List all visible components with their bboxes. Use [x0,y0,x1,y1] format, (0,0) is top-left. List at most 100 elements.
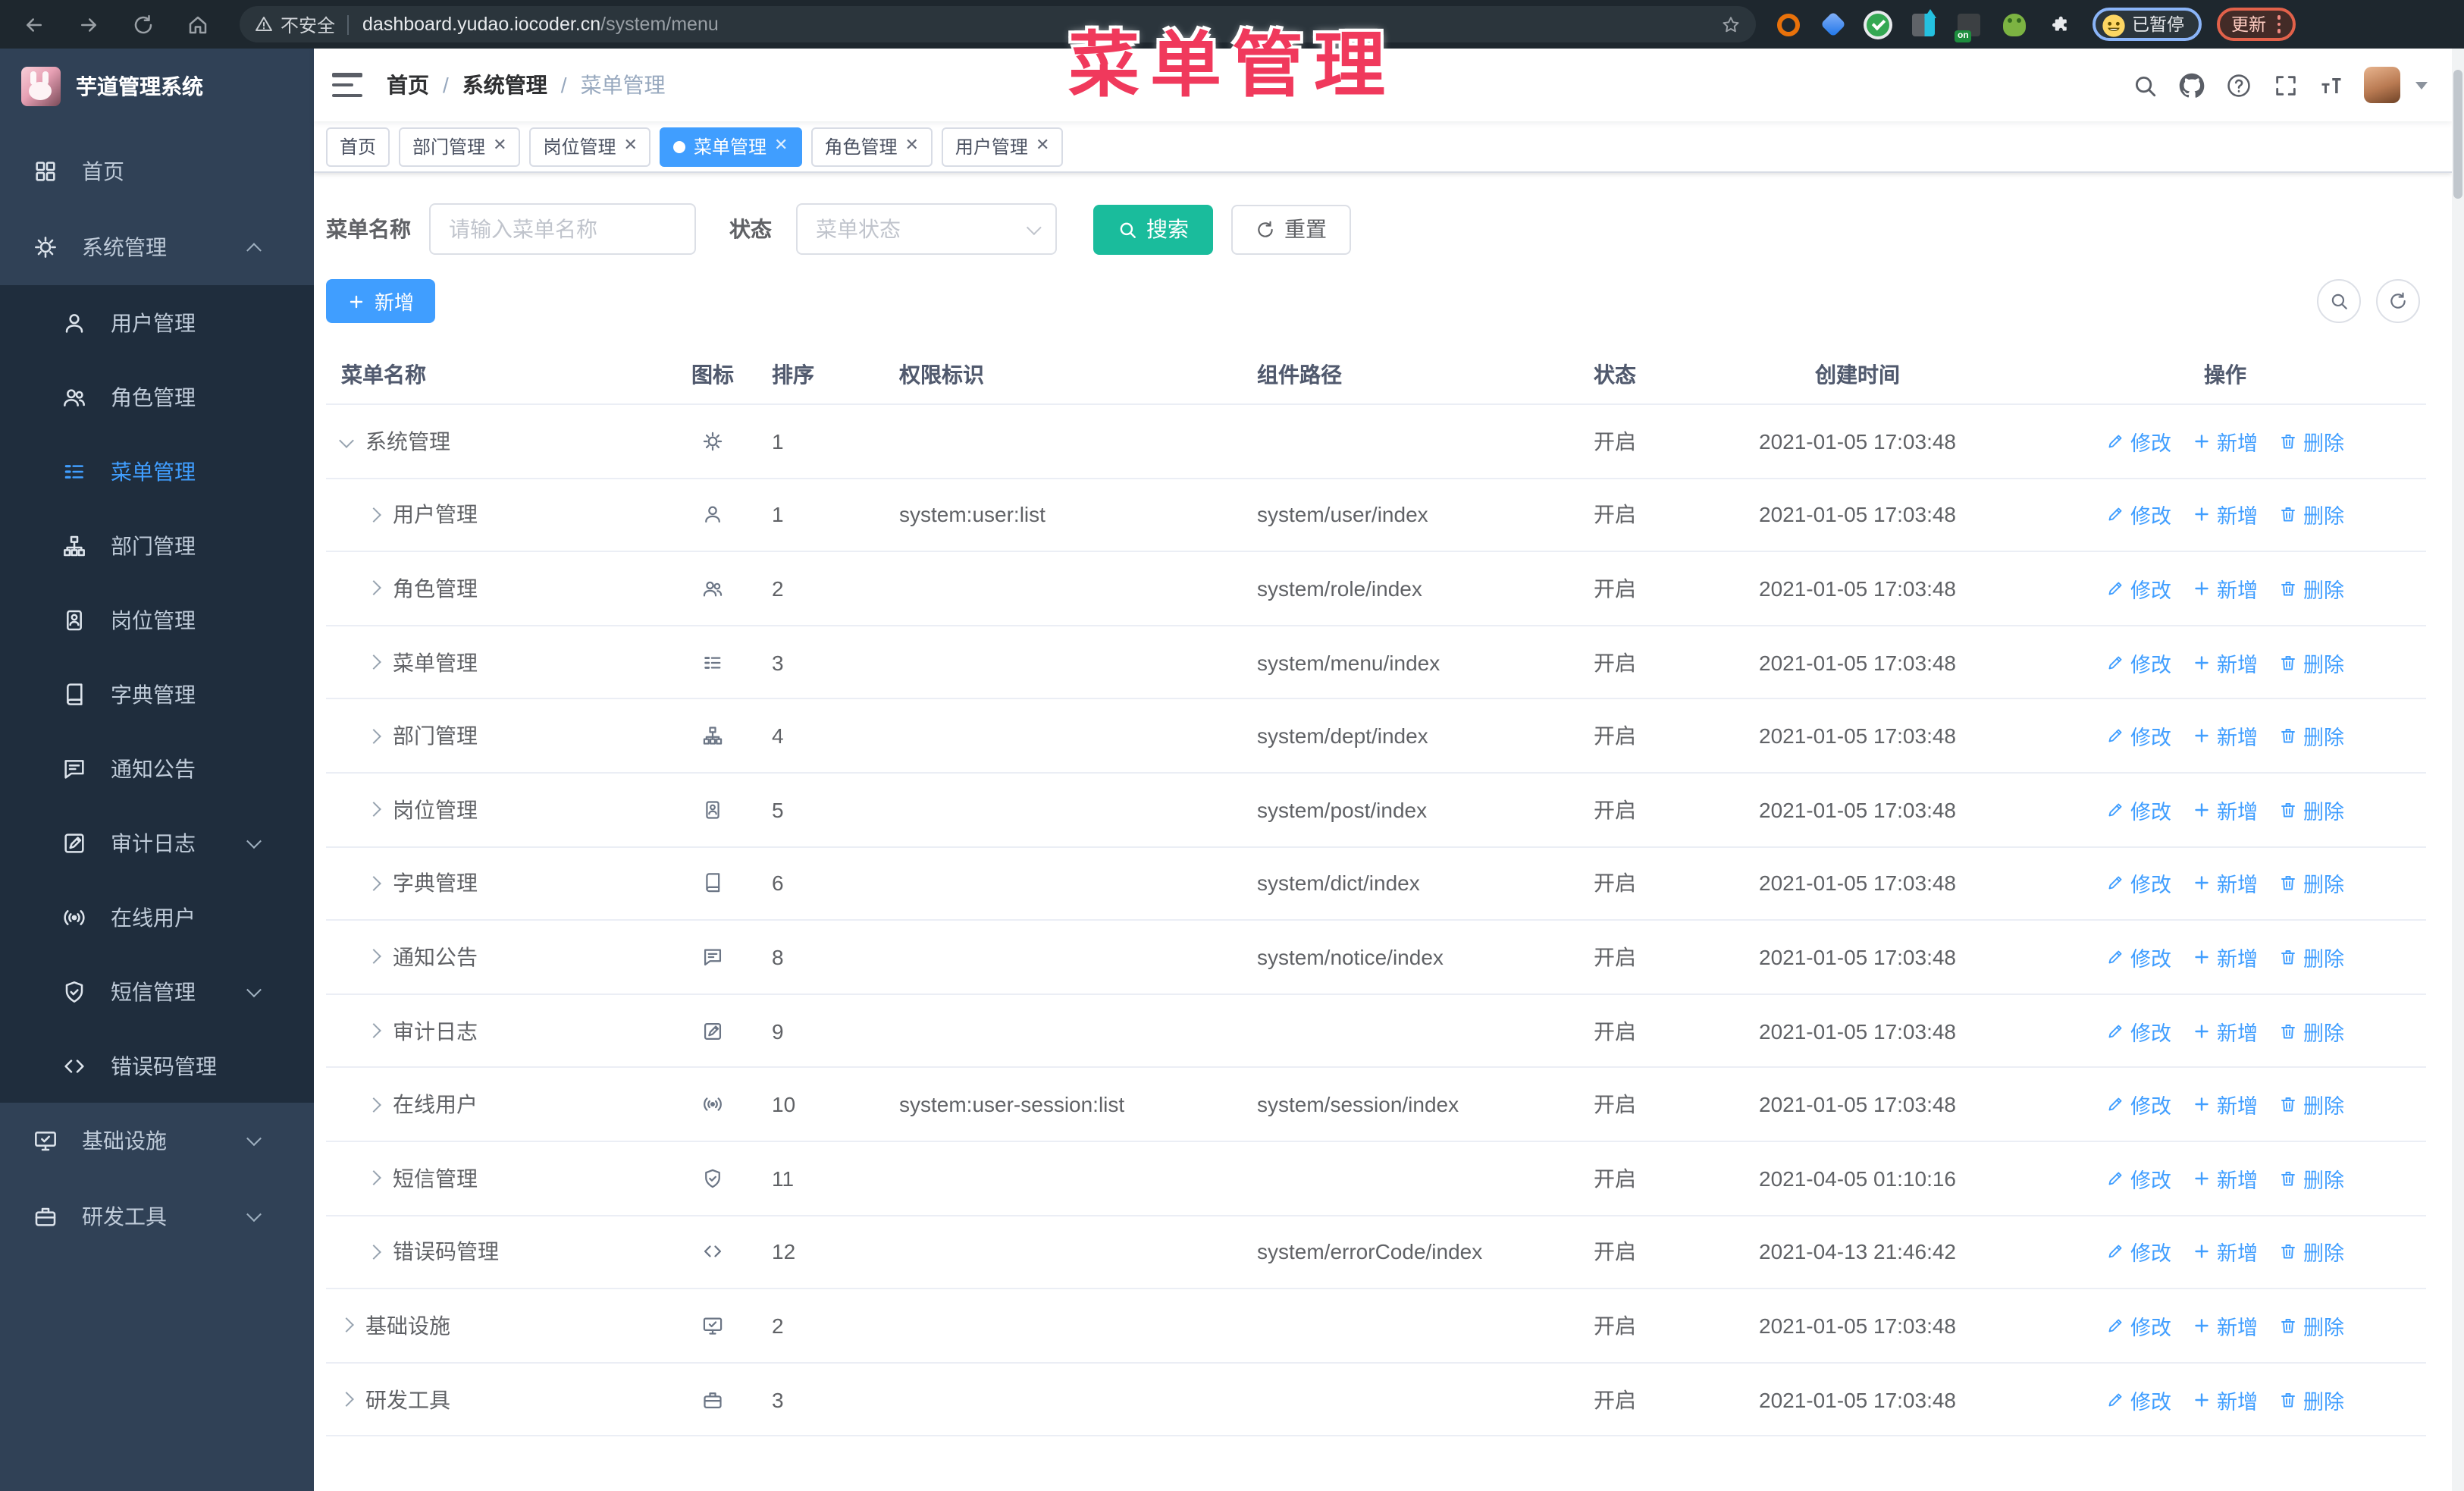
breadcrumb-home[interactable]: 首页 [387,70,429,100]
font-size-icon[interactable] [2320,74,2343,96]
app-logo[interactable]: 芋道管理系统 [0,49,314,124]
profile-paused-chip[interactable]: 已暂停 [2093,8,2201,41]
kebab-menu-icon[interactable] [2277,15,2281,33]
add-child-link[interactable]: 新增 [2193,795,2258,825]
address-bar[interactable]: 不安全 dashboard.yudao.iocoder.cn /system/m… [240,6,1756,42]
close-tab-icon[interactable]: ✕ [624,137,638,155]
close-tab-icon[interactable]: ✕ [493,137,506,155]
sidebar-item-在线用户[interactable]: 在线用户 [0,880,314,954]
add-child-link[interactable]: 新增 [2193,942,2258,972]
close-tab-icon[interactable]: ✕ [904,137,918,155]
edit-link[interactable]: 修改 [2106,795,2171,825]
row-expand-caret-icon[interactable] [366,1097,381,1113]
add-child-link[interactable]: 新增 [2193,720,2258,751]
sidebar-item-错误码管理[interactable]: 错误码管理 [0,1028,314,1103]
row-expand-caret-icon[interactable] [366,728,381,744]
add-child-link[interactable]: 新增 [2193,500,2258,530]
delete-link[interactable]: 删除 [2279,647,2344,677]
edit-link[interactable]: 修改 [2106,1237,2171,1267]
delete-link[interactable]: 删除 [2279,868,2344,899]
add-child-link[interactable]: 新增 [2193,1089,2258,1119]
sidebar-item-首页[interactable]: 首页 [0,133,314,209]
refresh-table-button[interactable] [2376,279,2420,323]
bookmark-star-icon[interactable] [1721,14,1741,34]
search-icon[interactable] [2132,72,2158,98]
tab-岗位管理[interactable]: 岗位管理 ✕ [529,127,651,166]
row-expand-caret-icon[interactable] [366,1170,381,1186]
add-child-link[interactable]: 新增 [2193,573,2258,604]
add-button[interactable]: 新增 [326,279,436,323]
delete-link[interactable]: 删除 [2279,942,2344,972]
extension-frog-icon[interactable] [2003,13,2026,36]
delete-link[interactable]: 删除 [2279,1163,2344,1193]
extension-split-icon[interactable] [1912,8,1936,36]
row-expand-caret-icon[interactable] [366,950,381,965]
tab-用户管理[interactable]: 用户管理 ✕ [941,127,1064,166]
sidebar-item-岗位管理[interactable]: 岗位管理 [0,582,314,657]
edit-link[interactable]: 修改 [2106,500,2171,530]
add-child-link[interactable]: 新增 [2193,1237,2258,1267]
sidebar-item-通知公告[interactable]: 通知公告 [0,731,314,805]
tab-部门管理[interactable]: 部门管理 ✕ [399,127,521,166]
browser-forward-button[interactable] [67,6,109,42]
tab-菜单管理[interactable]: 菜单管理 ✕ [660,127,802,166]
sidebar-item-审计日志[interactable]: 审计日志 [0,805,314,880]
sidebar-toggle-icon[interactable] [332,73,362,97]
tab-首页[interactable]: 首页 [326,127,390,166]
delete-link[interactable]: 删除 [2279,573,2344,604]
edit-link[interactable]: 修改 [2106,868,2171,899]
breadcrumb-system[interactable]: 系统管理 [462,70,547,100]
delete-link[interactable]: 删除 [2279,720,2344,751]
github-icon[interactable] [2179,72,2205,98]
extensions-puzzle-icon[interactable] [2049,13,2071,36]
row-expand-caret-icon[interactable] [339,1392,354,1407]
page-scrollbar[interactable] [2452,49,2464,1491]
edit-link[interactable]: 修改 [2106,573,2171,604]
sidebar-item-基础设施[interactable]: 基础设施 [0,1103,314,1179]
close-tab-icon[interactable]: ✕ [774,137,788,155]
edit-link[interactable]: 修改 [2106,1089,2171,1119]
edit-link[interactable]: 修改 [2106,720,2171,751]
browser-reload-button[interactable] [121,6,164,42]
add-child-link[interactable]: 新增 [2193,647,2258,677]
add-child-link[interactable]: 新增 [2193,1163,2258,1193]
menu-name-input[interactable] [429,203,696,255]
delete-link[interactable]: 删除 [2279,1311,2344,1341]
row-expand-caret-icon[interactable] [366,654,381,670]
add-child-link[interactable]: 新增 [2193,1311,2258,1341]
extension-check-icon[interactable] [1867,13,1889,36]
extension-gem-icon[interactable] [1820,11,1846,37]
edit-link[interactable]: 修改 [2106,426,2171,457]
row-expand-caret-icon[interactable] [366,1023,381,1038]
row-expand-caret-icon[interactable] [366,1244,381,1260]
row-expand-caret-icon[interactable] [366,802,381,818]
edit-link[interactable]: 修改 [2106,1384,2171,1414]
delete-link[interactable]: 删除 [2279,1384,2344,1414]
extension-ubuntu-icon[interactable] [1777,13,1800,36]
delete-link[interactable]: 删除 [2279,795,2344,825]
user-avatar[interactable] [2364,67,2400,103]
add-child-link[interactable]: 新增 [2193,1384,2258,1414]
sidebar-item-短信管理[interactable]: 短信管理 [0,954,314,1028]
add-child-link[interactable]: 新增 [2193,1015,2258,1046]
sidebar-item-菜单管理[interactable]: 菜单管理 [0,434,314,508]
delete-link[interactable]: 删除 [2279,500,2344,530]
help-icon[interactable] [2226,72,2252,98]
sidebar-item-字典管理[interactable]: 字典管理 [0,657,314,731]
tab-角色管理[interactable]: 角色管理 ✕ [810,127,933,166]
browser-back-button[interactable] [12,6,55,42]
edit-link[interactable]: 修改 [2106,1311,2171,1341]
row-expand-caret-icon[interactable] [366,875,381,891]
row-expand-caret-icon[interactable] [339,433,354,449]
row-expand-caret-icon[interactable] [366,507,381,523]
add-child-link[interactable]: 新增 [2193,868,2258,899]
search-button[interactable]: 搜索 [1093,204,1213,254]
edit-link[interactable]: 修改 [2106,1015,2171,1046]
row-expand-caret-icon[interactable] [366,581,381,596]
chevron-down-icon[interactable] [2415,81,2428,89]
status-select[interactable]: 菜单状态 [796,203,1057,255]
browser-home-button[interactable] [176,6,218,42]
reset-button[interactable]: 重置 [1231,204,1351,254]
delete-link[interactable]: 删除 [2279,1089,2344,1119]
toggle-search-button[interactable] [2317,279,2361,323]
